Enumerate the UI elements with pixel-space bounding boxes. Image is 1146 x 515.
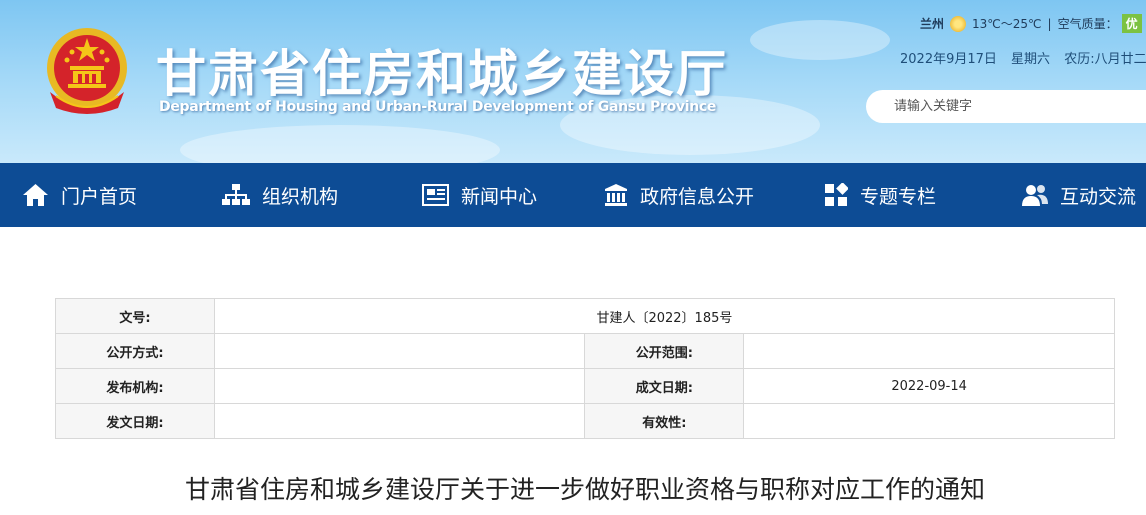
nav-item-news[interactable]: 新闻中心 bbox=[422, 163, 537, 227]
weather-widget: 兰州 13℃～25℃ | 空气质量： 优 bbox=[920, 14, 1142, 33]
nav-item-home[interactable]: 门户首页 bbox=[22, 163, 137, 227]
creation-date-value: 2022-09-14 bbox=[743, 368, 1115, 404]
grid-icon bbox=[825, 183, 848, 206]
search-box bbox=[866, 90, 1146, 123]
home-icon bbox=[23, 184, 48, 206]
nav-item-label: 专题专栏 bbox=[860, 185, 937, 208]
disclosure-scope-label: 公开范围: bbox=[584, 333, 745, 369]
validity-label: 有效性: bbox=[584, 403, 745, 439]
disclosure-method-value bbox=[213, 333, 586, 369]
nav-item-label: 新闻中心 bbox=[461, 185, 538, 208]
sun-icon bbox=[950, 15, 967, 32]
cloud-decoration bbox=[180, 125, 500, 163]
nav-item-label: 互动交流 bbox=[1060, 185, 1137, 208]
doc-number-label: 文号: bbox=[55, 298, 215, 334]
article-title: 甘肃省住房和城乡建设厅关于进一步做好职业资格与职称对应工作的通知 bbox=[184, 475, 985, 504]
weekday: 星期六 bbox=[1011, 52, 1051, 67]
table-row: 公开方式: 公开范围: bbox=[55, 333, 1115, 369]
site-subtitle: Department of Housing and Urban-Rural De… bbox=[159, 99, 717, 115]
weather-separator: | bbox=[1047, 16, 1052, 31]
site-title: 甘肃省住房和城乡建设厅 bbox=[156, 45, 728, 103]
search-input[interactable] bbox=[892, 98, 1136, 115]
news-icon bbox=[422, 184, 449, 206]
weather-temperature: 13℃～25℃ bbox=[972, 17, 1042, 31]
table-row: 发布机构: 成文日期: 2022-09-14 bbox=[55, 368, 1115, 404]
nav-item-interaction[interactable]: 互动交流 bbox=[1022, 163, 1136, 227]
org-chart-icon bbox=[222, 184, 250, 205]
lunar-date: 农历:八月廿二 bbox=[1064, 52, 1146, 67]
disclosure-scope-value bbox=[743, 333, 1115, 369]
national-emblem-icon bbox=[47, 28, 127, 114]
nav-item-label: 政府信息公开 bbox=[640, 185, 755, 208]
issuing-org-label: 发布机构: bbox=[55, 368, 215, 404]
nav-item-special-topics[interactable]: 专题专栏 bbox=[824, 163, 936, 227]
creation-date-label: 成文日期: bbox=[584, 368, 745, 404]
table-row: 发文日期: 有效性: bbox=[55, 403, 1115, 439]
cloud-decoration bbox=[750, 20, 890, 60]
gregorian-date: 2022年9月17日 bbox=[900, 52, 997, 67]
nav-item-organization[interactable]: 组织机构 bbox=[222, 163, 338, 227]
issuing-org-value bbox=[213, 368, 586, 404]
nav-item-label: 组织机构 bbox=[262, 185, 339, 208]
weather-city: 兰州 bbox=[920, 17, 945, 31]
document-info-table: 文号: 甘建人〔2022〕185号 公开方式: 公开范围: 发布机构: 成文日期… bbox=[55, 298, 1116, 439]
air-quality-badge: 优 bbox=[1121, 14, 1142, 33]
nav-item-label: 门户首页 bbox=[61, 185, 138, 208]
users-icon bbox=[1022, 185, 1048, 206]
main-nav: 门户首页 组织机构 新闻中心 政府信息公开 专题专栏 互动交流 bbox=[0, 163, 1146, 227]
government-building-icon bbox=[605, 184, 627, 206]
table-row: 文号: 甘建人〔2022〕185号 bbox=[55, 298, 1116, 334]
disclosure-method-label: 公开方式: bbox=[55, 333, 215, 369]
issue-date-label: 发文日期: bbox=[55, 403, 215, 439]
nav-item-gov-info[interactable]: 政府信息公开 bbox=[604, 163, 754, 227]
date-line: 2022年9月17日 星期六 农历:八月廿二 bbox=[900, 48, 1146, 67]
site-header: 甘肃省住房和城乡建设厅 Department of Housing and Ur… bbox=[0, 0, 1146, 163]
doc-number-value: 甘建人〔2022〕185号 bbox=[213, 298, 1116, 334]
validity-value bbox=[743, 403, 1115, 439]
air-quality-label: 空气质量： bbox=[1057, 17, 1118, 31]
issue-date-value bbox=[213, 403, 586, 439]
